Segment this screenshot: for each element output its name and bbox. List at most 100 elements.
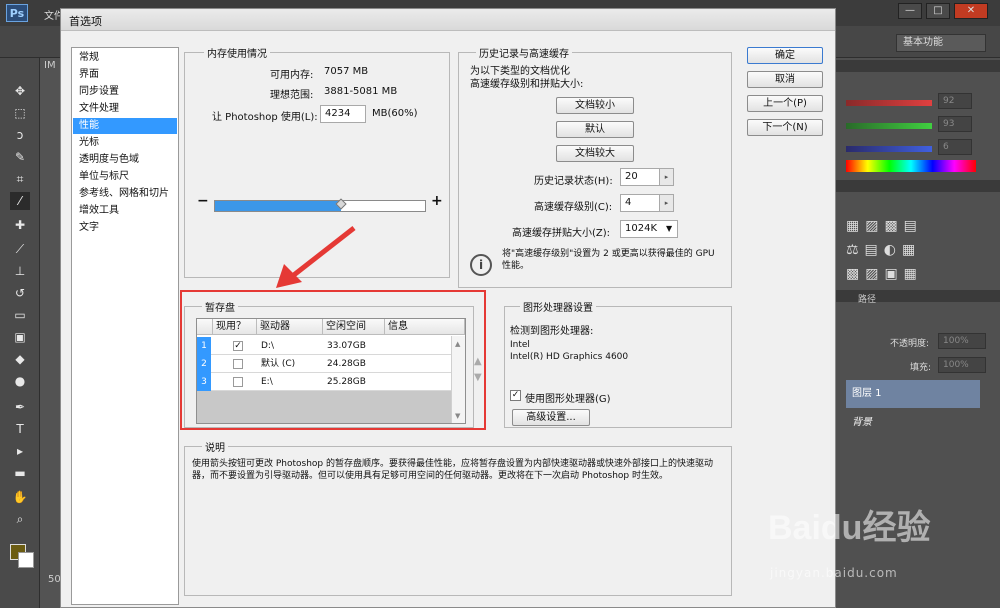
memory-slider[interactable] <box>214 198 426 212</box>
dialog-title: 首选项 <box>69 15 102 28</box>
highlight-box <box>180 290 486 430</box>
blue-value[interactable]: 6 <box>938 139 972 155</box>
lasso-tool-icon[interactable]: ↄ <box>10 126 30 144</box>
opacity-value[interactable]: 100% <box>938 333 986 349</box>
category-item[interactable]: 界面 <box>73 67 177 83</box>
cache-levels-label: 高速缓存级别(C): <box>534 202 613 213</box>
dodge-tool-icon[interactable]: ● <box>10 372 30 390</box>
document-tab[interactable]: IM <box>44 60 56 71</box>
fill-label: 填充: <box>910 363 932 373</box>
category-item[interactable]: 文件处理 <box>73 101 177 117</box>
memory-usage-input[interactable]: 4234 <box>320 105 366 123</box>
color-spectrum[interactable] <box>846 160 976 172</box>
advanced-settings-button[interactable]: 高级设置... <box>512 409 590 426</box>
paths-tab[interactable]: 路径 <box>858 292 876 305</box>
ok-button[interactable]: 确定 <box>747 47 823 64</box>
photoshop-usage-label: 让 Photoshop 使用(L): <box>212 112 318 123</box>
workspace-select[interactable]: 基本功能 <box>896 34 986 52</box>
watermark-url: jingyan.baidu.com <box>770 566 898 580</box>
history-states-label: 历史记录状态(H): <box>534 176 613 187</box>
close-button[interactable]: ✕ <box>954 3 988 19</box>
big-flat-button[interactable]: 文档较大 <box>556 145 634 162</box>
next-button[interactable]: 下一个(N) <box>747 119 823 136</box>
prev-button[interactable]: 上一个(P) <box>747 95 823 112</box>
panel-header-adjustments <box>836 180 1000 192</box>
default-button[interactable]: 默认 <box>556 121 634 138</box>
decrease-icon[interactable]: − <box>197 193 209 209</box>
history-cache-legend: 历史记录与高速缓存 <box>476 45 572 60</box>
eyedropper-tool-icon[interactable]: ⁄ <box>10 192 30 210</box>
category-item[interactable]: 常规 <box>73 50 177 66</box>
red-value[interactable]: 92 <box>938 93 972 109</box>
cache-levels-spinner-icon[interactable]: ▸ <box>660 194 674 212</box>
history-states-spinner-icon[interactable]: ▸ <box>660 168 674 186</box>
blue-slider[interactable] <box>846 146 932 152</box>
layer-row[interactable]: 图层 1 <box>846 380 980 408</box>
watermark-brand: Baidu经验 <box>768 509 931 547</box>
category-item[interactable]: 同步设置 <box>73 84 177 100</box>
gpu-hint-text: 将"高速缓存级别"设置为 2 或更高以获得最佳的 GPU 性能。 <box>502 249 715 271</box>
cancel-button[interactable]: 取消 <box>747 71 823 88</box>
use-gpu-label: 使用图形处理器(G) <box>525 394 611 405</box>
move-tool-icon[interactable]: ✥ <box>10 82 30 100</box>
zoom-readout: 50 <box>48 574 61 585</box>
tile-size-label: 高速缓存拼贴大小(Z): <box>512 228 611 239</box>
adjustment-icons[interactable]: ▦▨▩▤ ⚖▤◐▦ ▩▨▣▦ <box>846 214 976 284</box>
optimize-intro: 为以下类型的文档优化 高速缓存级别和拼贴大小: <box>470 66 584 90</box>
fill-value[interactable]: 100% <box>938 357 986 373</box>
memory-usage-suffix: MB(60%) <box>372 108 418 119</box>
tall-thin-button[interactable]: 文档较小 <box>556 97 634 114</box>
history-brush-tool-icon[interactable]: ↺ <box>10 284 30 302</box>
brush-tool-icon[interactable]: ⟋ <box>10 240 30 258</box>
category-item[interactable]: 增效工具 <box>73 203 177 219</box>
ideal-range-value: 3881-5081 MB <box>324 86 398 97</box>
quick-select-tool-icon[interactable]: ✎ <box>10 148 30 166</box>
tile-size-chevron-down-icon[interactable]: ▼ <box>666 224 672 233</box>
category-item[interactable]: 参考线、网格和切片 <box>73 186 177 202</box>
description-text: 使用箭头按钮可更改 Photoshop 的暂存盘顺序。要获得最佳性能，应将暂存盘… <box>192 459 714 481</box>
green-value[interactable]: 93 <box>938 116 972 132</box>
type-tool-icon[interactable]: T <box>10 420 30 438</box>
available-memory-label: 可用内存: <box>270 70 314 81</box>
memory-slider-fill <box>215 201 341 211</box>
opacity-label: 不透明度: <box>890 339 930 349</box>
pen-tool-icon[interactable]: ✒ <box>10 398 30 416</box>
gpu-vendor: Intel <box>510 340 530 350</box>
gpu-detected-label: 检测到图形处理器: <box>510 326 594 337</box>
info-icon: i <box>470 254 492 276</box>
layer-row[interactable]: 背景 <box>846 410 980 436</box>
blur-tool-icon[interactable]: ◆ <box>10 350 30 368</box>
category-item-selected[interactable]: 性能 <box>73 118 177 134</box>
category-item[interactable]: 文字 <box>73 220 177 236</box>
background-color-swatch[interactable] <box>18 552 34 568</box>
category-list: 常规 界面 同步设置 文件处理 性能 光标 透明度与色域 单位与标尺 参考线、网… <box>71 47 179 605</box>
healing-tool-icon[interactable]: ✚ <box>10 216 30 234</box>
history-states-input[interactable]: 20 <box>620 168 660 186</box>
gradient-tool-icon[interactable]: ▣ <box>10 328 30 346</box>
available-memory-value: 7057 MB <box>324 66 369 77</box>
stamp-tool-icon[interactable]: ⊥ <box>10 262 30 280</box>
hand-tool-icon[interactable]: ✋ <box>10 488 30 506</box>
category-item[interactable]: 光标 <box>73 135 177 151</box>
red-slider[interactable] <box>846 100 932 106</box>
maximize-button[interactable]: □ <box>926 3 950 19</box>
dialog-titlebar[interactable]: 首选项 <box>61 9 835 31</box>
zoom-tool-icon[interactable]: ⌕ <box>10 510 30 528</box>
category-item[interactable]: 透明度与色域 <box>73 152 177 168</box>
memory-legend: 内存使用情况 <box>204 45 270 60</box>
path-select-tool-icon[interactable]: ▸ <box>10 442 30 460</box>
menu-item-file[interactable]: 文件 <box>44 7 60 22</box>
use-gpu-checkbox[interactable]: ✓ <box>510 390 521 401</box>
gpu-settings-legend: 图形处理器设置 <box>520 299 596 314</box>
minimize-button[interactable]: — <box>898 3 922 19</box>
crop-tool-icon[interactable]: ⌗ <box>10 170 30 188</box>
panel-header-color <box>836 60 1000 72</box>
ideal-range-label: 理想范围: <box>270 90 314 101</box>
cache-levels-input[interactable]: 4 <box>620 194 660 212</box>
category-item[interactable]: 单位与标尺 <box>73 169 177 185</box>
eraser-tool-icon[interactable]: ▭ <box>10 306 30 324</box>
shape-tool-icon[interactable]: ▬ <box>10 464 30 482</box>
green-slider[interactable] <box>846 123 932 129</box>
marquee-tool-icon[interactable]: ⬚ <box>10 104 30 122</box>
increase-icon[interactable]: + <box>431 193 443 209</box>
